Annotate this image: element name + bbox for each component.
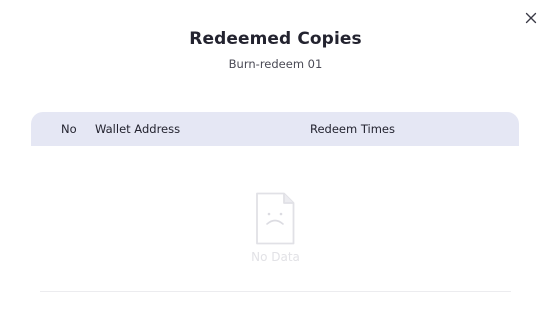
column-header-wallet-address: Wallet Address xyxy=(95,122,181,136)
column-header-no: No xyxy=(61,122,77,136)
redeemed-copies-modal: Redeemed Copies Burn-redeem 01 No Wallet… xyxy=(0,0,551,325)
modal-subtitle: Burn-redeem 01 xyxy=(228,57,323,71)
table-header: No Wallet Address Redeem Times xyxy=(31,112,519,146)
modal-title: Redeemed Copies xyxy=(189,29,362,49)
close-icon xyxy=(525,12,537,24)
sad-document-icon xyxy=(254,192,296,246)
column-header-redeem-times: Redeem Times xyxy=(310,122,395,136)
footer-divider xyxy=(40,291,511,292)
close-button[interactable] xyxy=(522,9,540,27)
empty-state-text: No Data xyxy=(251,250,300,264)
